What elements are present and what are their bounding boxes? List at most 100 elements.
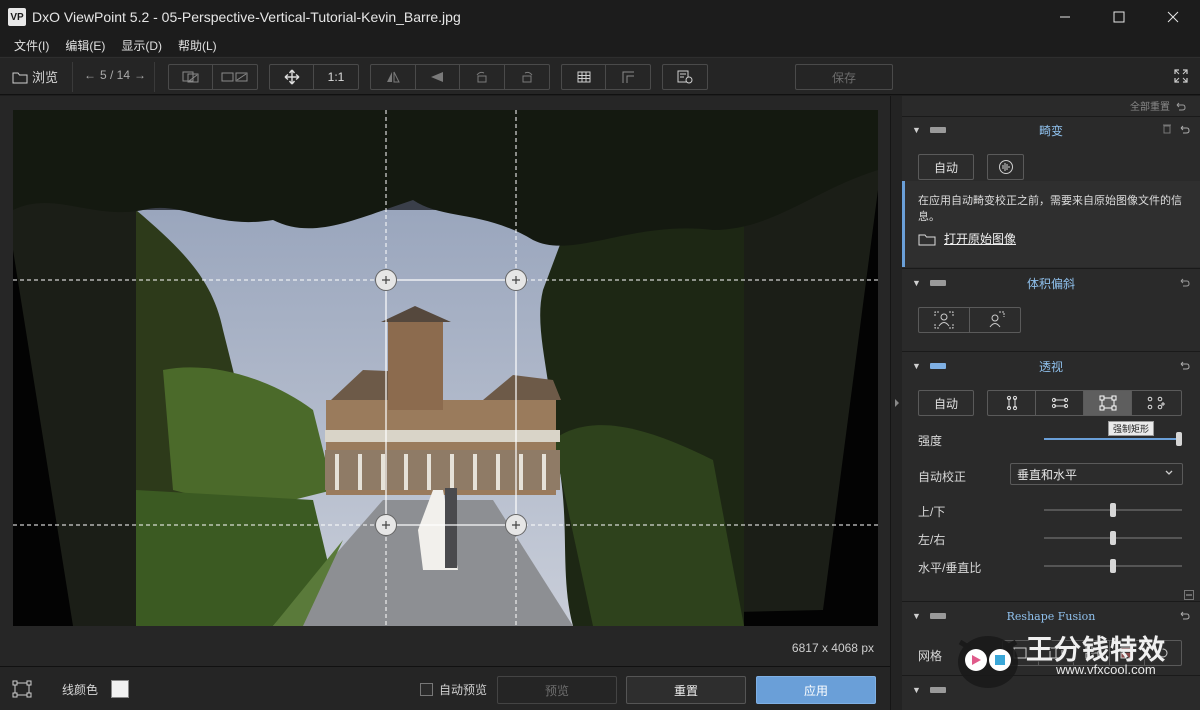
menu-file[interactable]: 文件(I): [6, 37, 57, 54]
leftright-slider[interactable]: [1044, 531, 1182, 545]
next-image-button[interactable]: →: [134, 68, 146, 82]
section-minimize-button[interactable]: [1184, 590, 1194, 600]
close-button[interactable]: [1146, 0, 1200, 34]
split-compare-icon: [221, 72, 248, 82]
perspective-handle-bottom-right[interactable]: [505, 514, 527, 536]
guides-button[interactable]: [606, 65, 650, 89]
window-controls: [1038, 0, 1200, 34]
distortion-undo-icon[interactable]: [1178, 123, 1190, 137]
image-navigator: ← 5 / 14 →: [84, 68, 146, 82]
grid-label: 网格: [918, 649, 943, 663]
prev-image-button[interactable]: ←: [84, 68, 96, 82]
panel-collapse-strip[interactable]: [890, 96, 902, 710]
apply-button[interactable]: 应用: [756, 676, 876, 704]
zoom-group: 1:1: [269, 64, 359, 90]
toolbar: 浏览 ← 5 / 14 → 1:1 保存: [0, 57, 1200, 95]
maximize-button[interactable]: [1092, 0, 1146, 34]
distortion-analyze-button[interactable]: [987, 154, 1024, 180]
force-rectangle-tooltip: 强制矩形: [1108, 421, 1155, 436]
photo-viewport[interactable]: [13, 110, 878, 626]
preview-button[interactable]: 预览: [497, 676, 617, 704]
distortion-info-text: 在应用自动畸变校正之前，需要来自原始图像文件的信息。: [918, 195, 1182, 223]
reshape-title: Reshape Fusion: [1006, 609, 1096, 623]
toggle-chip-icon[interactable]: [930, 280, 946, 286]
perspective-undo-icon[interactable]: [1178, 359, 1190, 373]
horizontal-parallel-button[interactable]: [1036, 391, 1084, 415]
toggle-chip-icon[interactable]: [930, 127, 946, 133]
horizontal-lines-icon: [1051, 397, 1068, 409]
ratio-label: 水平/垂直比: [918, 561, 982, 575]
perspective-handle-top-left[interactable]: [375, 269, 397, 291]
vertical-parallel-button[interactable]: [988, 391, 1036, 415]
tool-shape-button[interactable]: [12, 675, 32, 703]
menu-view[interactable]: 显示(D): [113, 37, 170, 54]
save-button[interactable]: 保存: [795, 64, 893, 90]
fullscreen-button[interactable]: [1174, 69, 1188, 86]
eight-point-button[interactable]: [1132, 391, 1180, 415]
auto-preview-toggle[interactable]: 自动预览: [420, 675, 487, 703]
open-original-label: 打开原始图像: [944, 232, 1017, 246]
perspective-section-header[interactable]: ▼ 透视: [902, 352, 1200, 380]
volume-section-header[interactable]: ▼ 体积偏斜: [902, 269, 1200, 297]
site-watermark: 王分钱特效 www.vfxcool.com: [946, 624, 1200, 710]
toggle-chip-icon[interactable]: [930, 687, 946, 693]
chevron-right-icon: [895, 399, 899, 407]
browse-button[interactable]: 浏览: [12, 67, 58, 86]
open-original-link[interactable]: 打开原始图像: [918, 230, 1016, 247]
intensity-slider-thumb[interactable]: [1176, 432, 1182, 446]
menu-help[interactable]: 帮助(L): [170, 37, 225, 54]
flip-horizontal-button[interactable]: [371, 65, 416, 89]
points-icon: [1147, 396, 1165, 410]
before-after-button[interactable]: [169, 65, 213, 89]
app-logo: VP: [8, 8, 26, 26]
plus-icon: [512, 276, 520, 284]
image-position: 5 / 14: [100, 68, 131, 82]
menu-edit[interactable]: 编辑(E): [57, 37, 113, 54]
ratio-slider[interactable]: [1044, 559, 1182, 573]
distortion-auto-button[interactable]: 自动: [918, 154, 974, 180]
rectangle-tool-icon: [12, 680, 32, 698]
distortion-section-header[interactable]: ▼ 畸变: [902, 116, 1200, 144]
side-by-side-button[interactable]: [213, 65, 257, 89]
zoom-1to1-button[interactable]: 1:1: [314, 65, 358, 89]
updown-slider[interactable]: [1044, 503, 1182, 517]
volume-undo-icon[interactable]: [1178, 276, 1190, 290]
volume-mode-group: [918, 307, 1021, 333]
toggle-chip-icon[interactable]: [930, 363, 946, 369]
minimize-button[interactable]: [1038, 0, 1092, 34]
volume-corner-button[interactable]: [970, 308, 1020, 332]
rotate-right-button[interactable]: [505, 65, 549, 89]
volume-portrait-button[interactable]: [919, 308, 970, 332]
collapse-triangle-icon: ▼: [912, 125, 921, 135]
auto-preview-label: 自动预览: [439, 682, 488, 697]
intensity-slider[interactable]: [1044, 432, 1182, 446]
reset-button[interactable]: 重置: [626, 676, 746, 704]
force-rectangle-button[interactable]: [1084, 391, 1132, 415]
perspective-handle-bottom-left[interactable]: [375, 514, 397, 536]
line-color-swatch[interactable]: [111, 675, 129, 703]
auto-preview-checkbox[interactable]: [420, 682, 433, 696]
perspective-auto-button[interactable]: 自动: [918, 390, 974, 416]
grid-button[interactable]: [562, 65, 606, 89]
reset-all-button[interactable]: 全部重置: [1130, 98, 1186, 113]
updown-slider-thumb[interactable]: [1110, 503, 1116, 517]
trash-icon[interactable]: [1162, 123, 1172, 137]
maximize-icon: [1113, 11, 1125, 23]
auto-correct-select[interactable]: 垂直和水平: [1010, 463, 1183, 485]
image-dimensions: 6817 x 4068 px: [791, 641, 874, 655]
flip-vertical-button[interactable]: [416, 65, 460, 89]
collapse-triangle-icon: ▼: [912, 611, 921, 621]
updown-label: 上/下: [918, 505, 946, 519]
pan-button[interactable]: [270, 65, 314, 89]
leftright-slider-thumb[interactable]: [1110, 531, 1116, 545]
reshape-undo-icon[interactable]: [1178, 609, 1190, 623]
plus-icon: [382, 276, 390, 284]
overlay-compare-icon: [182, 71, 198, 83]
settings-group: [662, 64, 708, 90]
preferences-button[interactable]: [663, 65, 707, 89]
rotate-left-button[interactable]: [460, 65, 505, 89]
ratio-slider-thumb[interactable]: [1110, 559, 1116, 573]
rectangle-corners-icon: [1099, 395, 1116, 411]
perspective-handle-top-right[interactable]: [505, 269, 527, 291]
toggle-chip-icon[interactable]: [930, 613, 946, 619]
